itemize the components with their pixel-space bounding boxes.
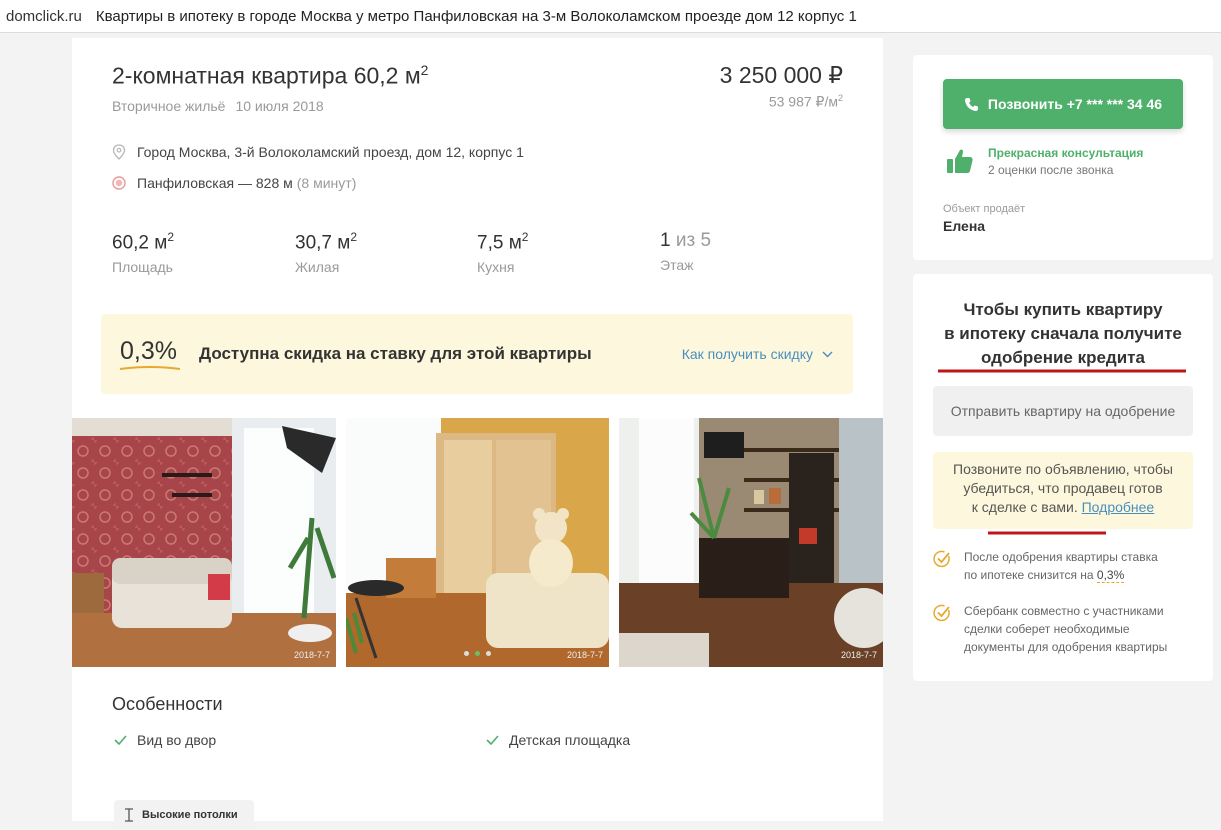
check-circle-icon xyxy=(933,604,950,622)
photo-image xyxy=(619,418,883,667)
metro-time: (8 минут) xyxy=(296,175,357,191)
listing-meta: Вторичное жильё 10 июля 2018 xyxy=(112,98,324,114)
photo-date: 2018-7-7 xyxy=(840,650,877,660)
phone-icon xyxy=(964,97,978,111)
address-text: Город Москва, 3-й Волоколамский проезд, … xyxy=(137,144,524,160)
discount-percent: 0,3% xyxy=(120,337,177,365)
discount-banner: 0,3% Доступна скидка на ставку для этой … xyxy=(101,314,853,394)
listing-card: 2-комнатная квартира 60,2 м2 Вторичное ж… xyxy=(72,38,883,830)
benefit-documents: Сбербанк совместно с участниками сделки … xyxy=(933,602,1193,656)
photo-date: 2018-7-7 xyxy=(566,650,603,660)
photo-gallery: 2018-7-7 2018-7-7 2018-7-7 xyxy=(72,418,883,667)
thumbs-up-icon xyxy=(947,149,973,173)
listing-price: 3 250 000 ₽ xyxy=(719,62,843,88)
benefit-rate-reduction: После одобрения квартиры ставка по ипоте… xyxy=(933,548,1193,584)
location-pin-icon xyxy=(112,144,126,160)
call-button[interactable]: Позвонить +7 *** *** 34 46 xyxy=(943,79,1183,129)
photo-image xyxy=(346,418,609,667)
stat-kitchen: 7,5 м2 Кухня xyxy=(477,230,529,276)
browser-title-bar: domclick.ru Квартиры в ипотеку в городе … xyxy=(0,0,1221,33)
page-tab-title: Квартиры в ипотеку в городе Москва у мет… xyxy=(95,7,857,25)
metro-name: Панфиловская — 828 м xyxy=(137,175,293,191)
rating-subtitle: 2 оценки после звонка xyxy=(988,163,1114,177)
metro-icon xyxy=(112,176,126,190)
metro-row: Панфиловская — 828 м (8 минут) xyxy=(112,175,356,191)
stats-row: 60,2 м2 Площадь 30,7 м2 Жилая 7,5 м2 Кух… xyxy=(112,230,832,280)
stat-floor: 1 из 5 Этаж xyxy=(660,230,712,273)
stat-label: Этаж xyxy=(660,257,694,273)
listing-type: Вторичное жильё xyxy=(112,98,226,114)
check-icon xyxy=(486,735,499,745)
discount-text: Доступна скидка на ставку для этой кварт… xyxy=(199,344,592,363)
photo-living-room[interactable]: 2018-7-7 xyxy=(72,418,336,667)
approval-card: Чтобы купить квартиру в ипотеку сначала … xyxy=(913,274,1213,681)
address-row: Город Москва, 3-й Волоколамский проезд, … xyxy=(112,144,524,160)
chevron-down-icon xyxy=(822,351,833,357)
ceiling-height-icon xyxy=(125,808,133,822)
listing-date: 10 июля 2018 xyxy=(235,98,324,114)
check-icon xyxy=(114,735,127,745)
percent-underline-icon xyxy=(119,366,181,370)
feature-item: Вид во двор xyxy=(114,732,216,748)
how-to-get-discount-link[interactable]: Как получить скидку xyxy=(682,346,833,362)
stat-area: 60,2 м2 Площадь xyxy=(112,230,175,276)
approval-heading: Чтобы купить квартиру в ипотеку сначала … xyxy=(944,300,1182,367)
photo-bedroom[interactable]: 2018-7-7 xyxy=(346,418,609,667)
more-info-link[interactable]: Подробнее xyxy=(1082,499,1155,515)
check-circle-icon xyxy=(933,550,950,568)
seller-name: Елена xyxy=(943,218,986,234)
listing-title: 2-комнатная квартира 60,2 м2 xyxy=(112,62,429,89)
stat-label: Площадь xyxy=(112,259,173,276)
consultation-rating: Прекрасная консультация 2 оценки после з… xyxy=(946,146,1143,177)
contact-card: Позвонить +7 *** *** 34 46 Прекрасная ко… xyxy=(913,55,1213,260)
features-heading: Особенности xyxy=(112,694,223,714)
photo-room-shelves[interactable]: 2018-7-7 xyxy=(619,418,883,667)
call-notice: Позвоните по объявлению, чтобы убедиться… xyxy=(933,452,1193,529)
red-annotation-underline xyxy=(988,531,1106,535)
price-per-meter: 53 987 ₽/м2 xyxy=(768,93,843,110)
red-annotation-underline xyxy=(938,369,1186,373)
photo-image xyxy=(72,418,336,667)
stat-label: Жилая xyxy=(295,259,340,276)
site-domain: domclick.ru xyxy=(6,7,82,25)
stat-living-area: 30,7 м2 Жилая xyxy=(295,230,358,276)
feature-item: Детская площадка xyxy=(486,732,630,748)
stat-label: Кухня xyxy=(477,259,515,276)
rate-reduction-value: 0,3% xyxy=(1096,568,1125,583)
rating-title: Прекрасная консультация xyxy=(988,146,1144,160)
send-for-approval-button[interactable]: Отправить квартиру на одобрение xyxy=(933,386,1193,436)
seller-label: Объект продаёт xyxy=(943,203,1026,215)
photo-date: 2018-7-7 xyxy=(293,650,330,660)
gallery-dots xyxy=(464,651,497,656)
feature-chip-high-ceilings: Высокие потолки xyxy=(114,800,254,830)
